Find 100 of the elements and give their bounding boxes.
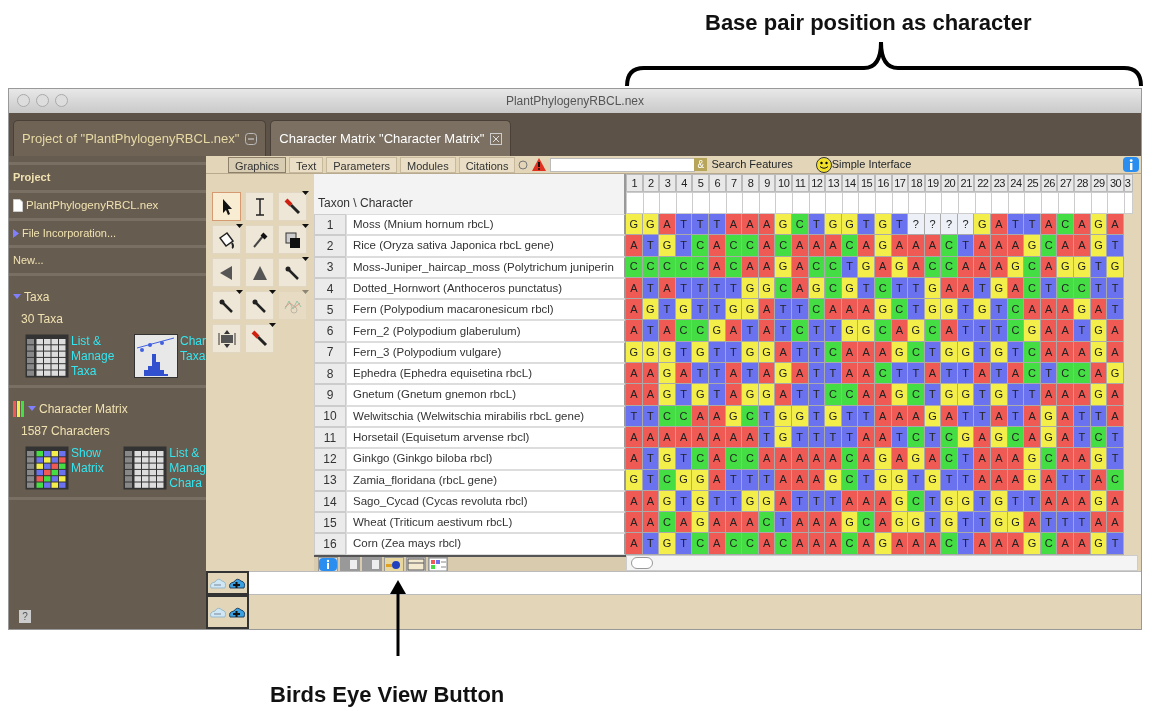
tool-button[interactable] (245, 258, 274, 287)
taxon-name[interactable]: Corn (Zea mays rbcl) (346, 533, 626, 555)
sequence-row[interactable]: G G G T G T T G G A T T C A A A G C T G G T G T C A A A G A (626, 341, 1133, 364)
panel-tab[interactable]: Parameters (326, 156, 398, 173)
tool-button[interactable] (245, 324, 274, 353)
help-button[interactable]: ? (19, 610, 31, 623)
taxon-name[interactable]: Welwitschia (Welwitschia mirabilis rbcL gene) (346, 405, 626, 427)
sequence-row[interactable]: A T G T C A C C A C A A A C A G A A A C T A A A G C A A G T (626, 533, 1133, 555)
sequence-row[interactable]: A A G A T T A T A G A T T A A C T T A T T A T A C T C C A G (626, 363, 1133, 385)
info-icon[interactable] (1123, 157, 1139, 172)
row-number[interactable]: 12 (314, 448, 346, 470)
disclosure-triangle-icon[interactable] (13, 292, 21, 301)
panel-tab[interactable]: Citations (458, 156, 516, 173)
taxon-name[interactable]: Dotted_Hornwort (Anthoceros punctatus) (346, 277, 626, 300)
sequence-row[interactable]: A T A C C G A T A T C T T G G C A G C A T T T C G A A T G A (626, 320, 1133, 342)
taxon-name[interactable]: Fern_2 (Polypodium glaberulum) (346, 320, 626, 342)
sequence-row[interactable]: A A A A A A A A T G T T T T A A T C T C G A G C A G A T C T (626, 426, 1133, 449)
panel-tab[interactable]: Modules (400, 156, 456, 173)
panel-tab[interactable]: Text (289, 156, 324, 173)
taxon-name[interactable]: Horsetail (Equisetum arvense rbcl) (346, 426, 626, 449)
window-tab[interactable]: Character Matrix "Character Matrix" (270, 120, 512, 156)
column-number[interactable]: 13 (825, 174, 842, 192)
panel-tab[interactable]: Graphics (228, 156, 287, 173)
row-number[interactable]: 13 (314, 469, 346, 491)
column-number[interactable]: 28 (1074, 174, 1091, 192)
sequence-row[interactable]: G T C G G A T T T A A A G C T G G T G T T A A A G A T T A C (626, 469, 1133, 491)
tool-button[interactable] (245, 192, 274, 221)
panel-link[interactable]: Show Matrix (71, 445, 104, 476)
row-number[interactable]: 10 (314, 405, 346, 427)
taxon-name[interactable]: Gnetum (Gnetum gnemon rbcL) (346, 384, 626, 406)
row-number[interactable]: 9 (314, 384, 346, 406)
sequence-row[interactable]: T T C C A A G C T G G T G T T A A A G A T T A T A G A T T A (626, 405, 1133, 427)
taxon-name[interactable]: Sago_Cycad (Cycas revoluta rbcl) (346, 490, 626, 513)
row-number[interactable]: 2 (314, 235, 346, 257)
row-number[interactable]: 11 (314, 426, 346, 449)
minimize-icon[interactable] (245, 132, 258, 145)
row-number[interactable]: 5 (314, 299, 346, 321)
sequence-row[interactable]: A A G T G T A G G A T T C C A A G C T G G T G T T A A A G A (626, 384, 1133, 406)
sequence-row[interactable]: C C C C C A C A A G A C C T G A G A C C A A A G C A G G T G (626, 256, 1133, 278)
row-number[interactable]: 6 (314, 320, 346, 342)
row-number[interactable]: 15 (314, 512, 346, 534)
file-link[interactable]: PlantPhylogenyRBCL.nex (26, 196, 159, 214)
panel-link[interactable]: List & Manage Taxa (71, 333, 115, 379)
sequence-row[interactable]: A T G T C A C C A A A A A C A G A G A C T A A A G C A A G T (626, 448, 1133, 470)
toolbar-link[interactable]: Search Features (711, 156, 793, 173)
panel-link[interactable]: New... (13, 252, 44, 269)
column-number[interactable]: 5 (692, 174, 709, 192)
sequence-row[interactable]: A T G T C A C C A C A A A C A G A A A C T A A A G C A A G T (626, 235, 1133, 257)
taxon-name[interactable]: Fern (Polypodium macaronesicum rbcl) (346, 299, 626, 321)
panel-link[interactable]: List & Manag Chara (169, 445, 206, 491)
tool-button[interactable] (212, 225, 241, 254)
tool-button[interactable] (212, 192, 241, 221)
row-number[interactable]: 7 (314, 341, 346, 364)
expand-icon[interactable] (228, 605, 246, 619)
tool-button[interactable] (278, 258, 307, 287)
tool-button[interactable] (245, 291, 274, 320)
search-field[interactable] (550, 157, 696, 172)
tool-button[interactable] (212, 291, 241, 320)
column-number[interactable]: 27 (1057, 174, 1075, 192)
column-number[interactable]: 3 (659, 174, 676, 192)
taxon-name[interactable]: Ginkgo (Ginkgo biloba rbcl) (346, 448, 626, 470)
row-number[interactable]: 3 (314, 256, 346, 278)
taxon-name[interactable]: Wheat (Triticum aestivum rbcL) (346, 512, 626, 534)
sequence-row[interactable]: A A C A G A A A C T A A A G C A G G T G T T G G A T T T A A (626, 512, 1133, 534)
sequence-row[interactable]: G G A T T T A A A G C T G G T G T ? ? ? ? G A T T A C A G A (626, 214, 1133, 236)
tool-button[interactable] (278, 225, 307, 254)
column-number[interactable]: 10 (775, 174, 792, 192)
smiley-icon[interactable] (815, 156, 832, 173)
taxon-name[interactable]: Zamia_floridana (rbcL gene) (346, 469, 626, 491)
taxon-name[interactable]: Moss (Mnium hornum rbcL) (346, 214, 626, 236)
tool-button[interactable] (212, 324, 241, 353)
column-number[interactable]: 20 (941, 174, 958, 192)
taxon-name[interactable]: Moss-Juniper_haircap_moss (Polytrichum juniperin (346, 256, 626, 278)
disclosure-triangle-icon[interactable] (28, 404, 36, 413)
column-number[interactable]: 23 (991, 174, 1008, 192)
scroll-thumb[interactable] (631, 556, 653, 569)
expand-icon[interactable] (228, 576, 246, 590)
column-number[interactable]: 1 (626, 174, 643, 192)
column-number[interactable]: 25 (1024, 174, 1041, 192)
radio-circle-icon[interactable] (518, 159, 529, 170)
column-number[interactable]: 3 (1123, 174, 1133, 192)
column-number[interactable]: 8 (742, 174, 759, 192)
disclosure-triangle-icon[interactable] (13, 228, 19, 238)
taxon-name[interactable]: Fern_3 (Polypodium vulgare) (346, 341, 626, 364)
taxon-name[interactable]: Rice (Oryza sativa Japonica rbcL gene) (346, 235, 626, 257)
tool-button[interactable] (278, 192, 307, 221)
sequence-row[interactable]: A G T G T T G G A T T C A A A G C T G G T G T C A A A G A T (626, 299, 1133, 321)
panel-link[interactable]: File Incorporation... (22, 224, 117, 242)
column-number[interactable]: 22 (974, 174, 992, 192)
row-number[interactable]: 8 (314, 363, 346, 385)
tool-button[interactable] (245, 225, 274, 254)
taxon-name[interactable]: Ephedra (Ephedra equisetina rbcL) (346, 363, 626, 385)
close-icon[interactable] (490, 132, 503, 145)
toolbar-link[interactable]: Simple Interface (831, 156, 912, 173)
row-number[interactable]: 4 (314, 277, 346, 300)
sequence-row[interactable]: A A G T G T T G G A T T T A A A G C T G G T G T T A A A G A (626, 490, 1133, 513)
panel-link[interactable]: Char Taxa (180, 333, 206, 364)
row-number[interactable]: 16 (314, 533, 346, 555)
tool-button[interactable] (212, 258, 241, 287)
column-number[interactable]: 30 (1107, 174, 1124, 192)
